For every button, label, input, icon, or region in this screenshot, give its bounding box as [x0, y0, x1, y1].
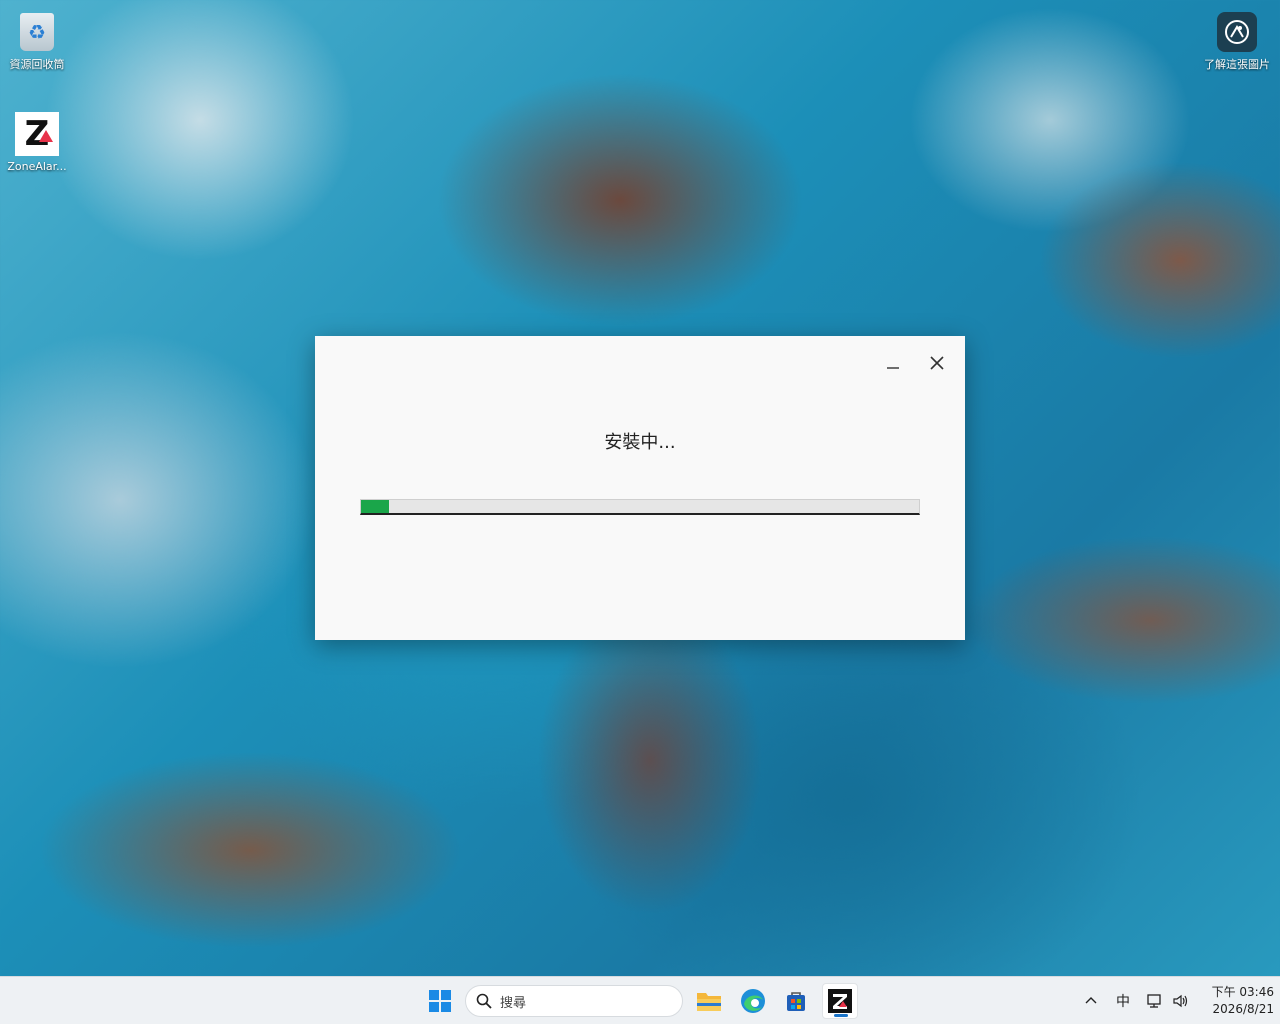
desktop-icon-label: 了解這張圖片 [1204, 58, 1270, 71]
minimize-button[interactable] [879, 350, 907, 376]
windows-logo-icon [429, 990, 451, 1012]
start-button[interactable] [422, 983, 458, 1019]
folder-icon [697, 993, 721, 1011]
volume-button[interactable] [1172, 977, 1190, 1024]
network-status-button[interactable] [1146, 977, 1164, 1024]
clock-time: 下午 03:46 [1211, 985, 1274, 999]
network-icon [1147, 994, 1161, 1008]
zonealarm-icon [828, 989, 852, 1013]
clock-date: 2026/8/21 [1212, 1002, 1274, 1016]
close-button[interactable] [923, 350, 951, 376]
chevron-up-icon [1085, 997, 1097, 1004]
desktop-icon-label: 資源回收筒 [9, 58, 65, 71]
desktop-icon-label: ZoneAlar... [7, 160, 67, 173]
store-icon [787, 992, 805, 1011]
desktop-icon-learn-about-picture[interactable]: 了解這張圖片 [1200, 10, 1274, 72]
desktop-icon-zonealarm[interactable]: Z ZoneAlar... [0, 112, 74, 174]
show-hidden-icons-button[interactable] [1084, 977, 1098, 1024]
edge-browser-icon [741, 989, 765, 1013]
input-method-indicator[interactable]: 中 [1116, 977, 1130, 1024]
desktop-icon-recycle-bin[interactable]: ♻ 資源回收筒 [0, 10, 74, 72]
install-progress-fill [361, 500, 389, 513]
installer-window: 安裝中... [315, 336, 965, 640]
install-progress-bar [360, 499, 920, 515]
recycle-bin-icon: ♻ [15, 10, 59, 54]
taskbar-search-box[interactable]: 搜尋 [465, 985, 683, 1017]
install-status-text: 安裝中... [604, 432, 676, 453]
zonealarm-icon: Z [15, 112, 59, 156]
search-placeholder: 搜尋 [500, 995, 527, 1011]
taskbar-edge-browser[interactable] [735, 983, 771, 1019]
taskbar: 搜尋 中 下午 03:46 2026/8/21 [0, 976, 1280, 1024]
close-icon [930, 356, 944, 370]
taskbar-clock[interactable]: 下午 03:46 2026/8/21 [1204, 984, 1274, 1018]
taskbar-file-explorer[interactable] [691, 983, 727, 1019]
active-app-indicator [834, 1014, 848, 1017]
taskbar-microsoft-store[interactable] [778, 983, 814, 1019]
taskbar-zonealarm[interactable] [822, 983, 858, 1019]
camera-info-icon [1215, 10, 1259, 54]
speaker-icon [1173, 994, 1188, 1008]
minimize-icon [887, 367, 899, 369]
search-icon [476, 993, 492, 1009]
